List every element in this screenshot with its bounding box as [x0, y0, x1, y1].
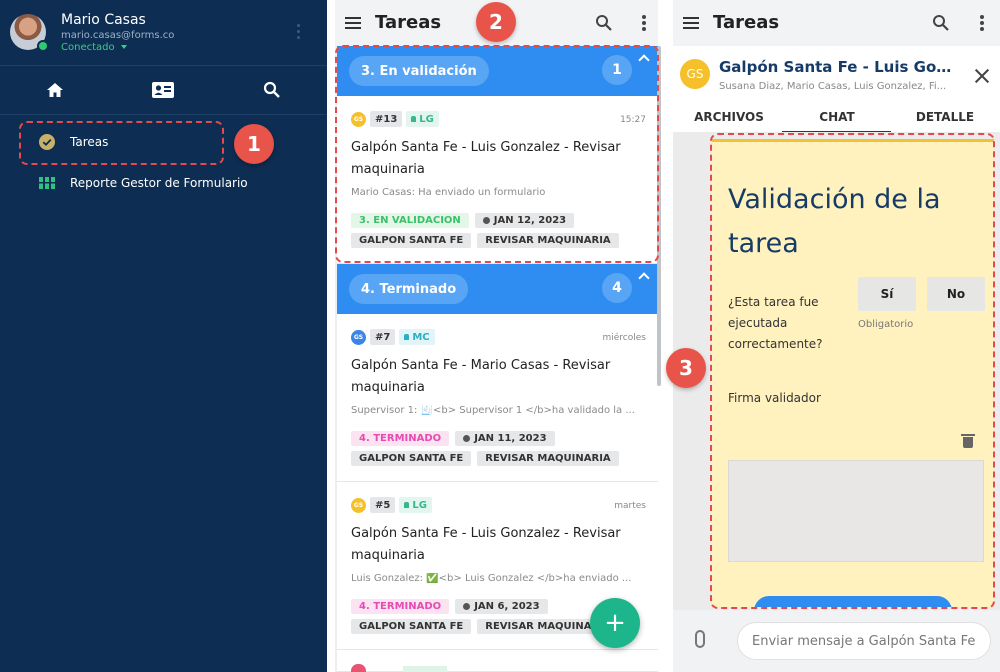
sidebar-item-label: Reporte Gestor de Formulario	[70, 176, 248, 190]
screen: Mario Casas mario.casas@forms.co Conecta…	[0, 0, 1000, 672]
search-icon[interactable]	[932, 14, 950, 32]
chat-appbar: Tareas	[673, 0, 1000, 46]
person-icon	[404, 502, 410, 508]
paperclip-icon[interactable]	[695, 630, 705, 648]
sidebar-tabs	[0, 66, 327, 114]
tag-row: GALPON SANTA FE REVISAR MAQUINARIA	[351, 451, 619, 466]
user-more-menu-icon[interactable]	[294, 24, 302, 42]
user-profile[interactable]: Mario Casas mario.casas@forms.co Conecta…	[0, 0, 327, 64]
contact-card-icon[interactable]	[148, 78, 178, 102]
date-text: JAN 11, 2023	[474, 433, 547, 444]
card-title: Galpón Santa Fe - Mario Casas - Revisar …	[351, 358, 611, 395]
date-chip: JAN 6, 2023	[455, 599, 548, 614]
task-card[interactable]: GS #7 MC miércoles Galpón Santa Fe - Mar…	[337, 314, 658, 482]
assignee-initials: MC	[412, 331, 430, 343]
assignee-chip: MC	[399, 329, 435, 345]
message-input[interactable]	[737, 622, 991, 660]
user-status-dropdown[interactable]: Conectado	[61, 42, 127, 53]
card-meta: GS #7 MC	[351, 329, 435, 345]
search-icon[interactable]	[595, 14, 613, 32]
assignee-initials: LG	[412, 499, 427, 511]
more-menu-icon[interactable]	[641, 15, 647, 31]
gs-avatar: GS	[351, 497, 366, 513]
user-name: Mario Casas	[61, 12, 146, 28]
clock-icon	[463, 603, 471, 610]
online-status-dot	[37, 40, 49, 52]
highlight-box-1	[19, 121, 224, 165]
chevron-up-icon[interactable]	[638, 272, 650, 284]
clock-icon	[463, 435, 471, 442]
more-menu-icon[interactable]	[979, 15, 985, 31]
group-header-terminado[interactable]: 4. Terminado 4	[337, 264, 658, 314]
group-label: 4. Terminado	[349, 274, 469, 304]
grid-report-icon	[39, 175, 55, 191]
callout-badge-2: 2	[476, 2, 516, 42]
close-icon[interactable]	[974, 68, 990, 84]
hamburger-menu-icon[interactable]	[683, 17, 699, 29]
card-time: martes	[614, 501, 646, 511]
task-id: #7	[370, 329, 396, 345]
message-composer	[673, 610, 1000, 672]
chip-row: 4. TERMINADO JAN 11, 2023	[351, 431, 555, 446]
callout-badge-3: 3	[666, 348, 706, 388]
tag-chip: GALPON SANTA FE	[351, 451, 472, 466]
chip-row: 4. TERMINADO JAN 6, 2023	[351, 599, 548, 614]
hamburger-menu-icon[interactable]	[345, 17, 361, 29]
chat-header: GS Galpón Santa Fe - Luis Gonzalez - Rev…	[673, 46, 1000, 133]
search-icon[interactable]	[257, 78, 287, 102]
date-chip: JAN 11, 2023	[455, 431, 555, 446]
home-icon[interactable]	[40, 78, 70, 102]
date-text: JAN 6, 2023	[474, 601, 540, 612]
user-status-label: Conectado	[61, 42, 115, 53]
assignee-chip	[403, 666, 447, 672]
chat-tabs: ARCHIVOS CHAT DETALLE	[673, 108, 1000, 132]
highlight-box-2	[335, 45, 659, 263]
caret-down-icon	[120, 45, 127, 49]
sidebar-item-reporte[interactable]: Reporte Gestor de Formulario	[0, 168, 327, 198]
chat-title: Galpón Santa Fe - Luis Gonzalez - Revisa…	[719, 58, 959, 76]
card-last-message: Supervisor 1: 🧾<b> Supervisor 1 </b>ha v…	[351, 405, 635, 416]
gs-avatar: GS	[351, 329, 366, 345]
assignee-chip: LG	[399, 497, 432, 513]
tag-row: GALPON SANTA FE REVISAR MAQUINARIA	[351, 619, 619, 634]
chat-members: Susana Diaz, Mario Casas, Luis Gonzalez,…	[719, 81, 947, 92]
status-badge: 4. TERMINADO	[351, 599, 450, 614]
card-last-message: Luis Gonzalez: ✅<b> Luis Gonzalez </b>ha…	[351, 573, 632, 584]
tab-detalle[interactable]: DETALLE	[895, 110, 995, 124]
add-task-button[interactable]: +	[590, 598, 640, 648]
divider	[0, 114, 327, 115]
sidebar: Mario Casas mario.casas@forms.co Conecta…	[0, 0, 327, 672]
page-title: Tareas	[375, 12, 442, 33]
task-card-partial[interactable]	[337, 650, 658, 672]
task-id: #5	[370, 497, 396, 513]
group-count: 4	[602, 273, 632, 303]
chat-avatar: GS	[680, 59, 710, 89]
card-title: Galpón Santa Fe - Luis Gonzalez - Revisa…	[351, 526, 621, 563]
card-meta: GS #5 LG	[351, 497, 432, 513]
highlight-box-3	[710, 133, 995, 609]
person-icon	[404, 334, 410, 340]
gs-avatar	[351, 664, 366, 672]
status-badge: 4. TERMINADO	[351, 431, 450, 446]
user-email: mario.casas@forms.co	[61, 30, 175, 41]
tab-chat[interactable]: CHAT	[787, 110, 887, 124]
page-title: Tareas	[713, 12, 780, 33]
tag-chip: GALPON SANTA FE	[351, 619, 472, 634]
callout-badge-1: 1	[234, 124, 274, 164]
tag-chip: REVISAR MAQUINARIA	[477, 451, 619, 466]
card-time: miércoles	[602, 333, 647, 343]
tab-archivos[interactable]: ARCHIVOS	[679, 110, 779, 124]
